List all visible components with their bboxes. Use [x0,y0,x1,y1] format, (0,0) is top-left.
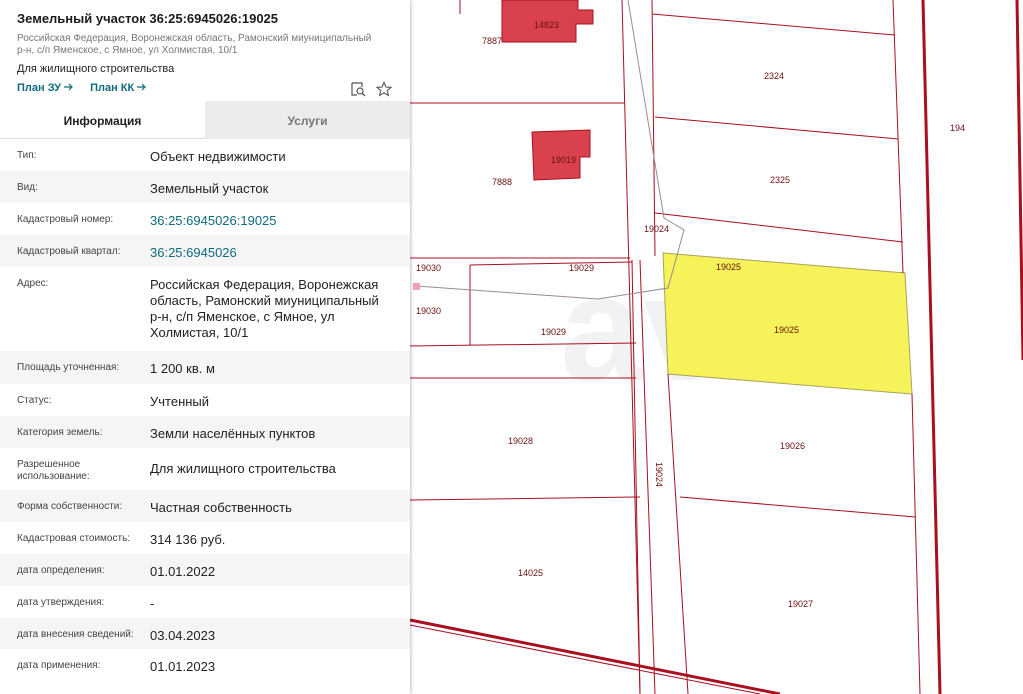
label-p194: 194 [950,123,965,133]
row-value: 1 200 кв. м [150,361,215,376]
info-row-land-category: Категория земель: Земли населённых пункт… [0,416,410,448]
cadastral-number-link[interactable]: 36:25:6945026:19025 [150,203,410,235]
info-row-cadastral-quarter: Кадастровый квартал: 36:25:6945026 [0,235,410,267]
row-value: Для жилищного строительства [150,461,336,476]
parcel-permitted-use: Для жилищного строительства [17,63,175,75]
info-row-area: Площадь уточненная: 1 200 кв. м [0,351,410,384]
info-row-approval-date: дата утверждения: - [0,586,410,618]
row-key: Статус: [17,395,52,406]
plan-zu-label: План ЗУ [17,82,62,94]
label-p14025: 14025 [518,568,543,578]
info-row-address: Адрес: Российская Федерация, Воронежская… [0,267,410,351]
row-value: Объект недвижимости [150,149,286,164]
row-value: 01.01.2023 [150,659,216,674]
info-row-type: Тип: Объект недвижимости [0,139,410,171]
header-icons [350,81,392,97]
row-key: Вид: [17,182,38,193]
label-p2325: 2325 [770,175,790,185]
parcel-address-line: Российская Федерация, Воронежская област… [17,33,372,44]
label-p19029b: 19029 [541,327,566,337]
info-row-cadastral-number: Кадастровый номер: 36:25:6945026:19025 [0,203,410,235]
info-panel: Земельный участок 36:25:6945026:19025 Ро… [0,0,410,694]
parcel-title: Земельный участок 36:25:6945026:19025 [17,11,279,26]
row-key-line: использование: [17,471,90,482]
address-line: Российская Федерация, Воронежская [150,277,379,292]
label-b14823: 14823 [534,20,559,30]
label-p19025b: 19025 [774,325,799,335]
row-key: Кадастровый номер: [17,214,114,225]
info-table: Тип: Объект недвижимости Вид: Земельный … [0,139,410,681]
star-icon[interactable] [376,81,392,97]
search-map-icon[interactable] [350,81,366,97]
info-row-ownership: Форма собственности: Частная собственнос… [0,490,410,522]
row-key: дата применения: [17,660,101,671]
row-value: - [150,596,155,611]
row-key: Разрешенное использование: [0,448,150,490]
info-row-entry-date: дата внесения сведений: 03.04.2023 [0,618,410,649]
cadastral-quarter-link[interactable]: 36:25:6945026 [150,235,410,267]
row-value: 01.01.2022 [150,564,216,579]
address-line: Холмистая, 10/1 [150,325,249,340]
info-row-application-date: дата применения: 01.01.2023 [0,649,410,681]
row-value: Земельный участок [150,181,269,196]
plan-zu-link[interactable]: План ЗУ [17,82,74,94]
label-p19027: 19027 [788,599,813,609]
row-value: 314 136 руб. [150,532,226,547]
row-key: Категория земель: [17,427,103,438]
row-value: Частная собственность [150,500,292,515]
arrow-right-icon [64,83,73,91]
connector-point [413,283,420,290]
label-p2324: 2324 [764,71,784,81]
info-row-status: Статус: Учтенный [0,384,410,416]
info-row-permitted-use: Разрешенное использование: Для жилищного… [0,448,410,490]
row-key-line: Разрешенное [17,459,81,470]
address-line: р-н, с/п Яменское, с Ямное, ул [150,309,335,324]
row-value: Земли населённых пунктов [150,426,316,441]
tab-information[interactable]: Информация [0,101,205,139]
row-value: 03.04.2023 [150,628,216,643]
label-p7888: 7888 [492,177,512,187]
label-road19024b: 19024 [654,462,664,487]
row-key: Адрес: [17,278,49,289]
tab-services[interactable]: Услуги [205,101,410,139]
row-key: дата внесения сведений: [17,629,134,640]
info-row-kind: Вид: Земельный участок [0,171,410,203]
row-key: Кадастровый квартал: [17,246,121,257]
label-p7887: 7887 [482,36,502,46]
label-p19028: 19028 [508,436,533,446]
label-p19026: 19026 [780,441,805,451]
row-key: дата определения: [17,565,105,576]
label-b19019: 19019 [551,155,576,165]
label-p19025a: 19025 [716,262,741,272]
row-key: Форма собственности: [17,501,123,512]
info-row-cadastral-value: Кадастровая стоимость: 314 136 руб. [0,522,410,554]
row-key: Тип: [17,150,37,161]
selected-parcel-19025[interactable] [662,252,913,395]
plan-kk-label: План КК [90,82,135,94]
row-key: Площадь уточненная: [17,362,120,373]
row-value: Учтенный [150,394,210,409]
label-road19024a: 19024 [644,224,669,234]
row-value: Российская Федерация, Воронежская област… [150,267,410,351]
panel-tabs: Информация Услуги [0,101,410,139]
label-p19029a: 19029 [569,263,594,273]
parcel-address-line: р-н, с/п Яменское, с Ямное, ул Холмистая… [17,45,238,56]
row-key: Кадастровая стоимость: [17,533,131,544]
address-line: область, Рамонский миуниципальный [150,293,379,308]
info-row-determination-date: дата определения: 01.01.2022 [0,554,410,586]
label-p19030a: 19030 [416,263,441,273]
panel-header: Земельный участок 36:25:6945026:19025 Ро… [0,0,410,101]
row-key: дата утверждения: [17,597,105,608]
label-p19030b: 19030 [416,306,441,316]
parcel-address: Российская Федерация, Воронежская област… [17,33,387,57]
plan-kk-link[interactable]: План КК [90,82,147,94]
arrow-right-icon [137,83,147,91]
